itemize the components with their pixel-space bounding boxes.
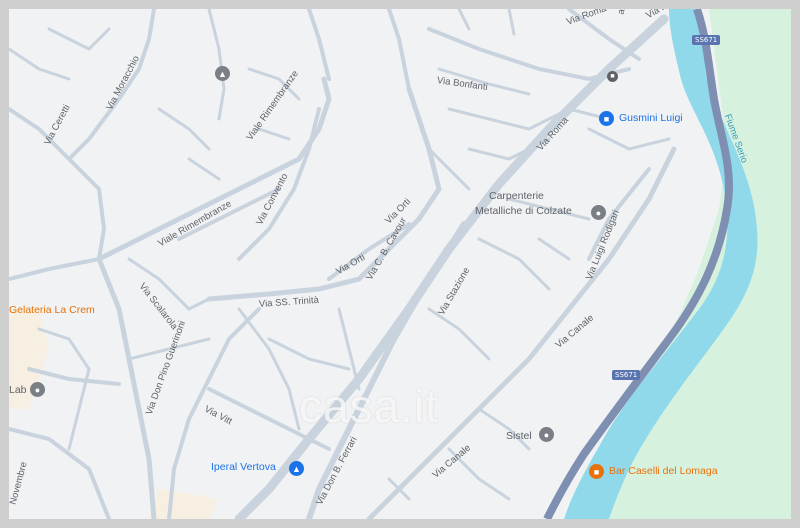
watermark: casa.it xyxy=(299,380,439,432)
shopping-bag-icon[interactable]: ■ xyxy=(599,111,614,126)
poi-gusmini-luigi[interactable]: Gusmini Luigi xyxy=(619,112,683,124)
coffee-cup-icon[interactable]: ■ xyxy=(589,464,604,479)
monument-icon[interactable]: ▲ xyxy=(215,66,230,81)
beige-area-2 xyxy=(149,489,219,519)
poi-sistel[interactable]: Sistel xyxy=(506,430,532,442)
pin-icon[interactable]: ● xyxy=(591,205,606,220)
poi-lab[interactable]: Lab xyxy=(9,384,27,396)
poi-carpenterie-line1[interactable]: Carpenterie xyxy=(489,190,544,202)
map-frame: Via Roma Via Roma ardia Via Bonfanti Via… xyxy=(0,0,800,528)
poi-bar-caselli[interactable]: Bar Caselli del Lomaga xyxy=(609,465,718,477)
bus-stop-icon[interactable]: ■ xyxy=(607,71,618,82)
shopping-cart-icon[interactable]: ▲ xyxy=(289,461,304,476)
highway-shield-ss671-a: SS671 xyxy=(692,35,721,45)
highway-shield-ss671-b: SS671 xyxy=(612,370,641,380)
pin-icon[interactable]: ● xyxy=(30,382,45,397)
poi-gelateria[interactable]: Gelateria La Crem xyxy=(9,304,95,316)
poi-iperal-vertova[interactable]: Iperal Vertova xyxy=(211,461,276,473)
map-view[interactable]: Via Roma Via Roma ardia Via Bonfanti Via… xyxy=(9,9,791,519)
poi-carpenterie-line2[interactable]: Metalliche di Colzate xyxy=(475,205,572,217)
pin-icon[interactable]: ● xyxy=(539,427,554,442)
